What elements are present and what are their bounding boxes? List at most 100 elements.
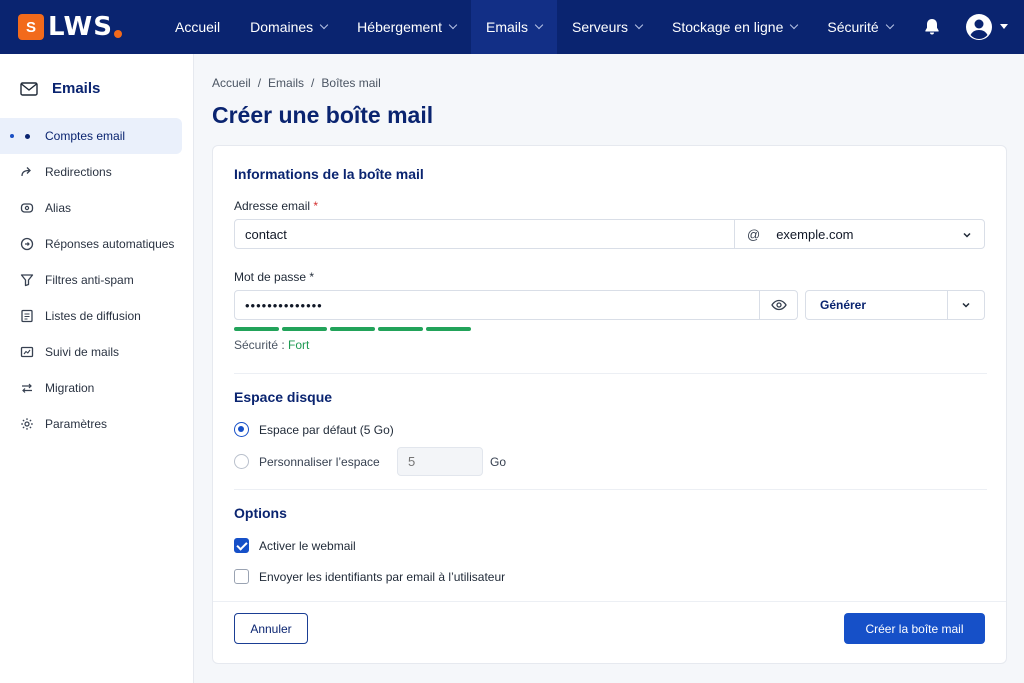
sidebar-item-label: Comptes email: [45, 129, 126, 143]
cancel-button[interactable]: Annuler: [234, 613, 308, 644]
sidebar-item-label: Alias: [45, 201, 72, 215]
sidebar: Emails Comptes email Redirections Alias …: [0, 54, 194, 683]
password-label: Mot de passe *: [234, 270, 315, 284]
at-sign: @: [747, 226, 761, 242]
breadcrumb-separator: /: [257, 76, 262, 90]
list-icon: [20, 309, 34, 323]
chevron-down-icon: [534, 20, 544, 30]
gear-icon: [20, 417, 34, 431]
nav-item-accueil[interactable]: Accueil: [160, 0, 235, 54]
chevron-down-icon: [885, 20, 894, 30]
sidebar-list: Comptes email Redirections Alias Réponse…: [0, 118, 194, 442]
sidebar-item-label: Réponses automatiques: [45, 237, 175, 251]
migration-icon: [20, 381, 34, 395]
strength-segment: [330, 327, 375, 331]
breadcrumb-link[interactable]: Emails: [268, 76, 304, 90]
breadcrumb-link[interactable]: Accueil: [212, 76, 251, 90]
breadcrumb-separator: /: [311, 76, 315, 90]
user-icon[interactable]: [965, 13, 993, 41]
top-navbar: S LWS Accueil Domaines Hébergement Email…: [0, 0, 1024, 54]
envelope-icon: [20, 81, 38, 96]
sidebar-item-migration[interactable]: Migration: [0, 370, 194, 406]
breadcrumb: Accueil / Emails / Boîtes mail: [212, 76, 388, 90]
sidebar-item-suivi-de-mails[interactable]: Suivi de mails: [0, 334, 194, 370]
disk-default-radio[interactable]: [234, 422, 249, 437]
nav-item-label: Sécurité: [827, 19, 879, 35]
sidebar-item-label: Filtres anti-spam: [45, 273, 134, 287]
sidebar-item-listes-de-diffusion[interactable]: Listes de diffusion: [0, 298, 194, 334]
nav-item-stockage[interactable]: Stockage en ligne: [657, 0, 812, 54]
strength-value: Fort: [288, 338, 310, 352]
password-strength-meter: [234, 327, 474, 331]
nav-item-emails[interactable]: Emails: [471, 0, 558, 54]
bell-icon[interactable]: [922, 17, 942, 37]
strength-prefix: Sécurité :: [234, 338, 289, 352]
generate-password-button[interactable]: Générer: [805, 290, 948, 320]
sidebar-item-alias[interactable]: Alias: [0, 190, 194, 226]
sidebar-item-comptes-email[interactable]: Comptes email: [0, 118, 182, 154]
disk-custom-radio[interactable]: [234, 454, 249, 469]
password-strength-text: Sécurité : Fort: [234, 338, 309, 352]
section-title-options: Options: [234, 505, 287, 521]
strength-segment: [234, 327, 279, 331]
sidebar-item-redirections[interactable]: Redirections: [0, 154, 194, 190]
sidebar-item-label: Redirections: [45, 165, 112, 179]
domain-select[interactable]: @ exemple.com: [734, 219, 985, 249]
password-input[interactable]: ••••••••••••••: [234, 290, 760, 320]
active-bullet-icon: [10, 134, 14, 138]
strength-segment: [282, 327, 327, 331]
strength-segment: [378, 327, 423, 331]
nav-item-label: Stockage en ligne: [672, 19, 784, 35]
logo-dot: [113, 30, 122, 38]
caret-down-icon[interactable]: [1000, 24, 1008, 29]
email-local-input[interactable]: contact: [234, 219, 735, 249]
email-label-text: Adresse email: [234, 199, 311, 213]
section-divider: [234, 489, 987, 490]
form-card: Informations de la boîte mail Adresse em…: [212, 145, 1007, 664]
chevron-down-icon: [790, 20, 799, 30]
generate-label: Générer: [820, 298, 867, 312]
chevron-down-icon: [962, 302, 970, 308]
auto-reply-icon: [20, 237, 34, 251]
disk-custom-label: Personnaliser l’espace: [259, 455, 380, 469]
card-footer-divider: [213, 601, 1006, 602]
nav-item-label: Serveurs: [572, 19, 629, 35]
nav-item-hebergement[interactable]: Hébergement: [342, 0, 471, 54]
nav-item-domaines[interactable]: Domaines: [235, 0, 342, 54]
strength-segment: [426, 327, 471, 331]
sidebar-header: Emails: [20, 80, 100, 97]
dot-icon: [20, 129, 34, 143]
chevron-down-icon: [634, 20, 644, 30]
logo-mark: S: [18, 14, 44, 40]
lws-logo[interactable]: S LWS: [18, 12, 122, 42]
nav-item-label: Hébergement: [357, 19, 442, 35]
chevron-down-icon: [319, 20, 329, 30]
sidebar-item-reponses-automatiques[interactable]: Réponses automatiques: [0, 226, 194, 262]
sidebar-item-label: Suivi de mails: [45, 345, 120, 359]
sidebar-item-label: Listes de diffusion: [45, 309, 141, 323]
webmail-checkbox[interactable]: [234, 538, 249, 553]
nav-item-label: Domaines: [250, 19, 314, 35]
nav-item-label: Emails: [486, 19, 529, 35]
section-title-disk: Espace disque: [234, 389, 333, 405]
nav-item-serveurs[interactable]: Serveurs: [557, 0, 657, 54]
domain-value: exemple.com: [776, 226, 854, 242]
create-mailbox-button[interactable]: Créer la boîte mail: [844, 613, 985, 644]
required-asterisk: *: [313, 199, 319, 213]
generate-options-button[interactable]: [947, 290, 985, 320]
email-label: Adresse email *: [234, 199, 318, 213]
alias-icon: [20, 201, 34, 215]
nav-item-securite[interactable]: Sécurité: [812, 0, 907, 54]
send-credentials-label: Envoyer les identifiants par email à l’u…: [259, 570, 506, 584]
sidebar-title: Emails: [52, 80, 101, 97]
page-title: Créer une boîte mail: [212, 102, 434, 128]
section-divider: [234, 373, 987, 374]
password-value: ••••••••••••••: [245, 297, 323, 313]
send-credentials-checkbox[interactable]: [234, 569, 249, 584]
sidebar-item-parametres[interactable]: Paramètres: [0, 406, 194, 442]
toggle-password-visibility[interactable]: [759, 290, 798, 320]
disk-custom-input[interactable]: [397, 447, 483, 476]
filter-icon: [20, 273, 34, 287]
sidebar-item-filtres-anti-spam[interactable]: Filtres anti-spam: [0, 262, 194, 298]
disk-unit-label: Go: [490, 455, 507, 469]
